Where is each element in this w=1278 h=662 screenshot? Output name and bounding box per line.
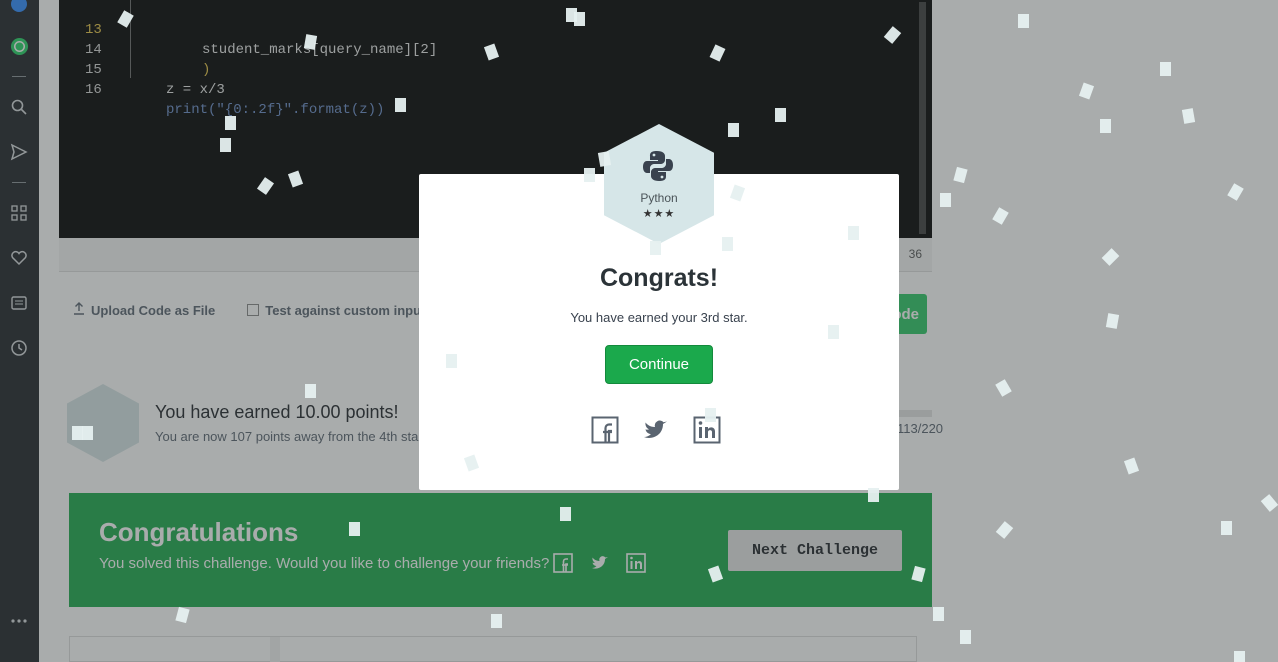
confetti-piece [597,151,612,167]
badge-stars: ★★★ [642,208,676,220]
badge-name: Python [640,191,678,205]
continue-button[interactable]: Continue [605,345,713,384]
confetti-piece [722,237,733,251]
confetti-piece [225,116,236,130]
confetti-piece [1100,119,1111,133]
confetti-piece [960,630,971,644]
modal-subtitle: You have earned your 3rd star. [570,310,748,325]
facebook-icon[interactable] [591,416,619,444]
confetti-piece [1160,62,1171,76]
confetti-piece [446,354,457,368]
confetti-piece [560,507,571,521]
confetti-piece [868,488,879,502]
confetti-piece [940,193,951,207]
confetti-piece [584,168,595,182]
confetti-piece [1234,651,1245,662]
confetti-piece [705,408,716,422]
confetti-piece [848,226,859,240]
confetti-piece [491,614,502,628]
twitter-icon[interactable] [642,416,670,444]
confetti-piece [349,522,360,536]
confetti-piece [220,138,231,152]
modal-title: Congrats! [599,264,719,292]
confetti-piece [650,241,661,255]
confetti-piece [1181,108,1196,124]
confetti-piece [933,607,944,621]
confetti-piece [1018,14,1029,28]
confetti-piece [395,98,406,112]
confetti-piece [82,426,93,440]
confetti-piece [728,123,739,137]
confetti-piece [828,325,839,339]
python-icon [640,148,676,184]
confetti-piece [305,384,316,398]
confetti-piece [1221,521,1232,535]
confetti-piece [775,108,786,122]
confetti-piece [566,8,577,22]
